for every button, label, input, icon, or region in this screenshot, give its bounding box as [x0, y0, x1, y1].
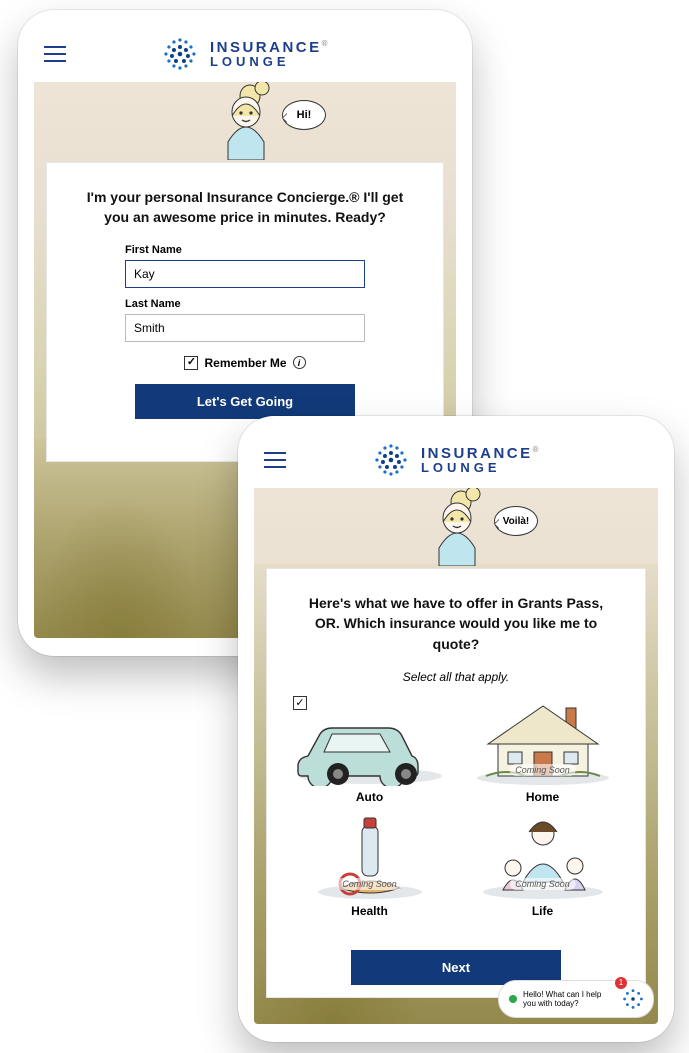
chat-status-icon [509, 995, 517, 1003]
concierge-heading: I'm your personal Insurance Concierge.® … [85, 187, 405, 228]
option-health[interactable]: Coming Soon Health [287, 812, 452, 918]
top-bar: INSURANCE® LOUNGE [34, 26, 456, 82]
speech-bubble-text: Hi! [297, 109, 312, 121]
picker-heading: Here's what we have to offer in Grants P… [296, 593, 616, 654]
option-life[interactable]: Coming Soon Life [460, 812, 625, 918]
remember-me-checkbox[interactable]: ✓ [184, 356, 198, 370]
concierge-avatar-icon [202, 82, 288, 160]
picker-subnote: Select all that apply. [287, 670, 625, 684]
remember-me-label: Remember Me [204, 356, 286, 370]
tablet-insurance-picker: INSURANCE® LOUNGE Voilà! He [238, 416, 674, 1042]
top-bar: INSURANCE® LOUNGE [254, 432, 658, 488]
chat-logo-icon [619, 985, 647, 1013]
speech-bubble: Voilà! [494, 506, 538, 536]
option-home[interactable]: Coming Soon Home [460, 698, 625, 804]
option-label: Health [287, 904, 452, 918]
auto-icon [287, 698, 452, 786]
option-label: Auto [287, 790, 452, 804]
concierge-avatar-row: Hi! [34, 82, 456, 162]
insurance-options-grid: ✓ Auto [287, 698, 625, 918]
name-form: First Name Last Name ✓ Remember Me i Let… [125, 244, 365, 419]
first-name-label: First Name [125, 244, 365, 256]
first-name-input[interactable] [125, 260, 365, 288]
coming-soon-badge: Coming Soon [509, 764, 576, 776]
speech-bubble: Hi! [282, 100, 326, 130]
brand-reg: ® [322, 39, 330, 48]
brand-line2: LOUNGE [210, 55, 330, 68]
speech-bubble-text: Voilà! [503, 516, 529, 527]
concierge-avatar-icon [413, 488, 499, 566]
menu-icon[interactable] [44, 46, 66, 62]
option-label: Life [460, 904, 625, 918]
brand-logo: INSURANCE® LOUNGE [371, 440, 541, 480]
option-label: Home [460, 790, 625, 804]
brand-mark-icon [160, 34, 200, 74]
brand-line2: LOUNGE [421, 461, 541, 474]
brand-mark-icon [371, 440, 411, 480]
coming-soon-badge: Coming Soon [336, 878, 403, 890]
option-auto-checkbox[interactable]: ✓ [293, 696, 307, 710]
picker-card: Here's what we have to offer in Grants P… [266, 568, 646, 998]
last-name-label: Last Name [125, 298, 365, 310]
chat-widget[interactable]: Hello! What can I help you with today? 1 [498, 980, 654, 1018]
concierge-avatar-row: Voilà! [254, 488, 658, 568]
coming-soon-badge: Coming Soon [509, 878, 576, 890]
lets-get-going-button[interactable]: Let's Get Going [135, 384, 355, 419]
option-auto[interactable]: ✓ Auto [287, 698, 452, 804]
info-icon[interactable]: i [293, 356, 306, 369]
chat-text: Hello! What can I help you with today? [523, 990, 613, 1008]
last-name-input[interactable] [125, 314, 365, 342]
brand-reg: ® [533, 445, 541, 454]
chat-badge: 1 [615, 977, 627, 989]
screen: INSURANCE® LOUNGE Voilà! He [254, 432, 658, 1024]
menu-icon[interactable] [264, 452, 286, 468]
brand-logo: INSURANCE® LOUNGE [160, 34, 330, 74]
